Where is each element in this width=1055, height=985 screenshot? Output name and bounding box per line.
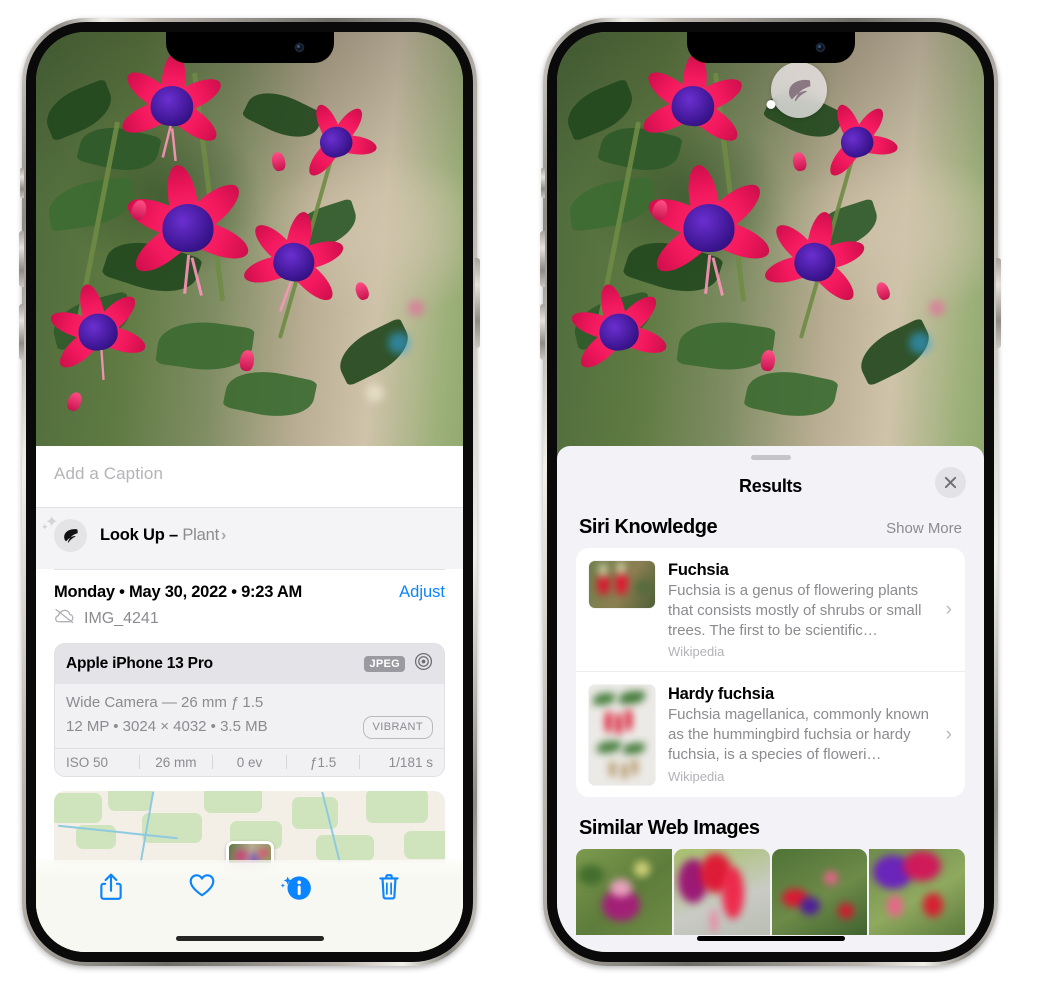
screenshot-root: Add a Caption ✦ ✦ Look Up – Plant › Mond… bbox=[0, 0, 1055, 985]
visual-look-up-badge[interactable] bbox=[771, 62, 827, 118]
volume-down-button[interactable] bbox=[540, 304, 545, 360]
show-more-button[interactable]: Show More bbox=[886, 520, 962, 537]
exif-stats-row: ISO 50 26 mm 0 ev ƒ1.5 1/181 s bbox=[55, 747, 444, 776]
silent-switch[interactable] bbox=[541, 168, 545, 198]
volume-up-button[interactable] bbox=[19, 231, 24, 287]
look-up-subject: Plant bbox=[182, 526, 219, 544]
caption-input[interactable]: Add a Caption bbox=[54, 464, 445, 484]
file-name: IMG_4241 bbox=[84, 609, 159, 627]
list-item[interactable]: Fuchsia Fuchsia is a genus of flowering … bbox=[576, 548, 965, 671]
siri-knowledge-header: Siri Knowledge Show More bbox=[557, 512, 984, 548]
web-image-4[interactable] bbox=[869, 849, 965, 936]
exif-card[interactable]: Apple iPhone 13 Pro JPEG Wide Camera — 2… bbox=[54, 643, 445, 777]
notch bbox=[165, 32, 334, 63]
caption-row[interactable]: Add a Caption bbox=[36, 446, 463, 507]
result-source: Wikipedia bbox=[668, 644, 725, 660]
leaf-icon: ✦ ✦ bbox=[41, 514, 87, 552]
result-title: Hardy fuchsia bbox=[668, 685, 774, 704]
power-button[interactable] bbox=[996, 258, 1001, 348]
exif-focal: 26 mm bbox=[155, 754, 197, 770]
front-camera bbox=[294, 43, 304, 52]
lens-info: Wide Camera — 26 mm ƒ 1.5 bbox=[66, 694, 264, 711]
cloud-slash-icon bbox=[54, 608, 75, 629]
phone-right: Results Siri Knowledge Show More Fuchsia… bbox=[540, 18, 1001, 966]
similar-web-images-header: Similar Web Images bbox=[557, 797, 984, 849]
chevron-right-icon: › bbox=[220, 527, 227, 544]
results-sheet: Results Siri Knowledge Show More Fuchsia… bbox=[557, 446, 984, 952]
aperture-icon bbox=[414, 652, 433, 676]
look-up-band[interactable]: ✦ ✦ Look Up – Plant › bbox=[36, 507, 463, 569]
similar-web-images-strip bbox=[557, 849, 984, 936]
photographic-style-badge: VIBRANT bbox=[362, 715, 433, 740]
exif-ev: 0 ev bbox=[236, 754, 263, 770]
front-camera bbox=[815, 43, 825, 52]
chevron-right-icon: › bbox=[945, 723, 952, 745]
share-button[interactable] bbox=[98, 872, 124, 902]
exif-aperture: ƒ1.5 bbox=[309, 754, 337, 770]
close-button[interactable] bbox=[935, 467, 966, 498]
look-up-label: Look Up – Plant › bbox=[100, 526, 226, 545]
look-up-dash: – bbox=[168, 526, 178, 544]
silent-switch[interactable] bbox=[20, 168, 24, 198]
exif-iso: ISO 50 bbox=[66, 754, 109, 770]
adjust-button[interactable]: Adjust bbox=[399, 583, 445, 602]
capture-date: Monday • May 30, 2022 • 9:23 AM bbox=[54, 583, 303, 601]
phone-left: Add a Caption ✦ ✦ Look Up – Plant › Mond… bbox=[19, 18, 480, 966]
phone-screen-right: Results Siri Knowledge Show More Fuchsia… bbox=[557, 32, 984, 952]
camera-model: Apple iPhone 13 Pro bbox=[66, 655, 213, 672]
web-image-2[interactable] bbox=[673, 849, 770, 936]
result-description: Fuchsia magellanica, commonly known as t… bbox=[668, 706, 929, 763]
notch bbox=[686, 32, 855, 63]
visual-look-up-dot bbox=[766, 100, 775, 109]
sparkle-icon-small: ✦ bbox=[41, 522, 49, 532]
section-title: Siri Knowledge bbox=[579, 516, 718, 538]
location-map[interactable] bbox=[54, 790, 445, 863]
siri-knowledge-card: Fuchsia Fuchsia is a genus of flowering … bbox=[576, 548, 965, 798]
image-spec: 12 MP • 3024 × 4032 • 3.5 MB bbox=[66, 718, 268, 736]
list-item[interactable]: Hardy fuchsia Fuchsia magellanica, commo… bbox=[576, 671, 965, 797]
volume-down-button[interactable] bbox=[19, 304, 24, 360]
exif-shutter: 1/181 s bbox=[388, 754, 433, 770]
photo-info-sheet: Add a Caption ✦ ✦ Look Up – Plant › Mond… bbox=[36, 446, 463, 952]
volume-up-button[interactable] bbox=[540, 231, 545, 287]
page-title: Results bbox=[739, 475, 802, 496]
web-image-3[interactable] bbox=[771, 849, 868, 936]
phone-screen-left: Add a Caption ✦ ✦ Look Up – Plant › Mond… bbox=[36, 32, 463, 952]
result-title: Fuchsia bbox=[668, 561, 729, 579]
info-button[interactable] bbox=[279, 872, 313, 902]
home-indicator[interactable] bbox=[696, 936, 845, 941]
web-image-1[interactable] bbox=[576, 849, 672, 936]
photo-metadata: Monday • May 30, 2022 • 9:23 AM Adjust I… bbox=[36, 569, 463, 629]
results-header: Results bbox=[557, 460, 984, 512]
look-up-title: Look Up bbox=[100, 526, 165, 544]
home-indicator[interactable] bbox=[175, 936, 324, 941]
favorite-button[interactable] bbox=[188, 872, 216, 898]
result-source: Wikipedia bbox=[668, 768, 725, 784]
result-description: Fuchsia is a genus of flowering plants t… bbox=[668, 582, 922, 639]
result-thumbnail bbox=[589, 685, 655, 786]
delete-button[interactable] bbox=[377, 872, 401, 902]
power-button[interactable] bbox=[475, 258, 480, 348]
section-title: Similar Web Images bbox=[579, 817, 760, 840]
chevron-right-icon: › bbox=[945, 598, 952, 620]
format-badge: JPEG bbox=[364, 656, 405, 672]
result-thumbnail bbox=[589, 561, 655, 608]
